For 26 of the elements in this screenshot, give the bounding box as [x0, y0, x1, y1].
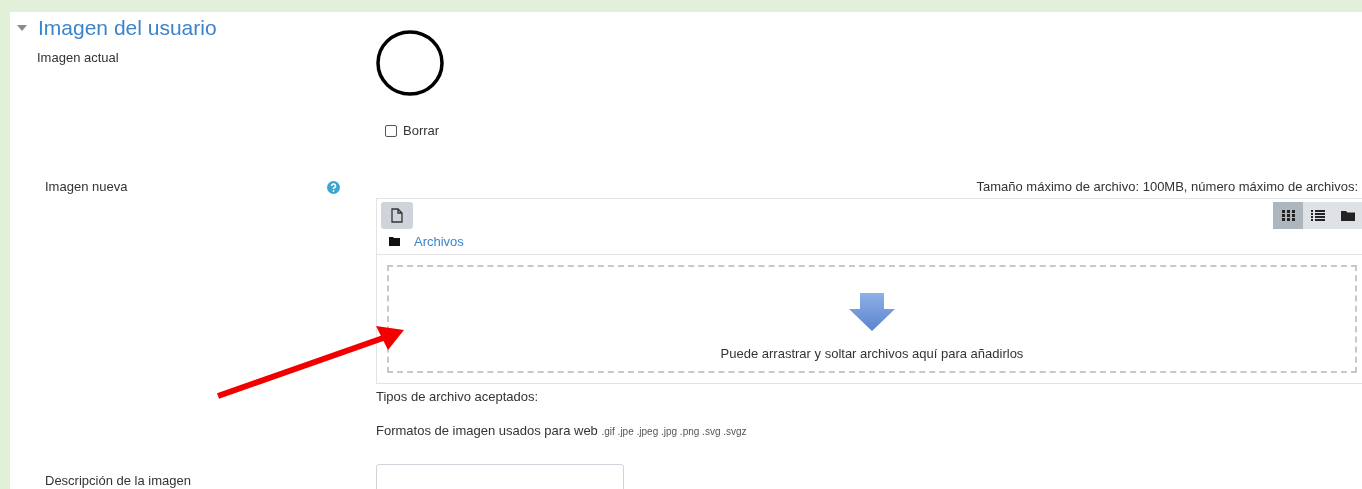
- down-arrow-icon: [849, 293, 895, 331]
- help-icon[interactable]: [327, 181, 340, 194]
- grid-view-button[interactable]: [1273, 202, 1303, 229]
- add-file-button[interactable]: [381, 202, 413, 229]
- accepted-types-label: Tipos de archivo aceptados:: [376, 389, 539, 406]
- avatar-circle-icon: [376, 30, 444, 96]
- drop-hint-text: Puede arrastrar y soltar archivos aquí para añadirlos: [720, 346, 1024, 361]
- grid-icon: [1281, 210, 1295, 221]
- collapse-caret-icon[interactable]: [17, 25, 27, 31]
- file-icon: [391, 208, 403, 223]
- file-limits-text: Tamaño máximo de archivo: 100MB, número máximo de archivos:: [975, 179, 1359, 196]
- field-label: Imagen actual: [37, 50, 119, 65]
- folder-icon: [389, 237, 400, 246]
- file-drop-area[interactable]: Puede arrastrar y soltar archivos aquí para añadirlos: [376, 254, 1362, 384]
- folder-icon: [1341, 210, 1355, 221]
- field-label: Descripción de la imagen: [45, 473, 191, 488]
- extensions-text: .gif .jpe .jpeg .jpg .png .svg .svgz: [601, 426, 747, 437]
- list-icon: [1311, 210, 1325, 221]
- field-label: Imagen nueva: [45, 179, 128, 194]
- delete-checkbox[interactable]: [385, 124, 397, 137]
- list-view-button[interactable]: [1303, 202, 1333, 229]
- section-title[interactable]: Imagen del usuario: [38, 16, 217, 40]
- formats-text: Formatos de imagen usados para web: [376, 423, 598, 438]
- folder-view-button[interactable]: [1333, 202, 1362, 229]
- folder-link[interactable]: Archivos: [414, 234, 464, 249]
- checkbox-label: Borrar: [403, 123, 440, 138]
